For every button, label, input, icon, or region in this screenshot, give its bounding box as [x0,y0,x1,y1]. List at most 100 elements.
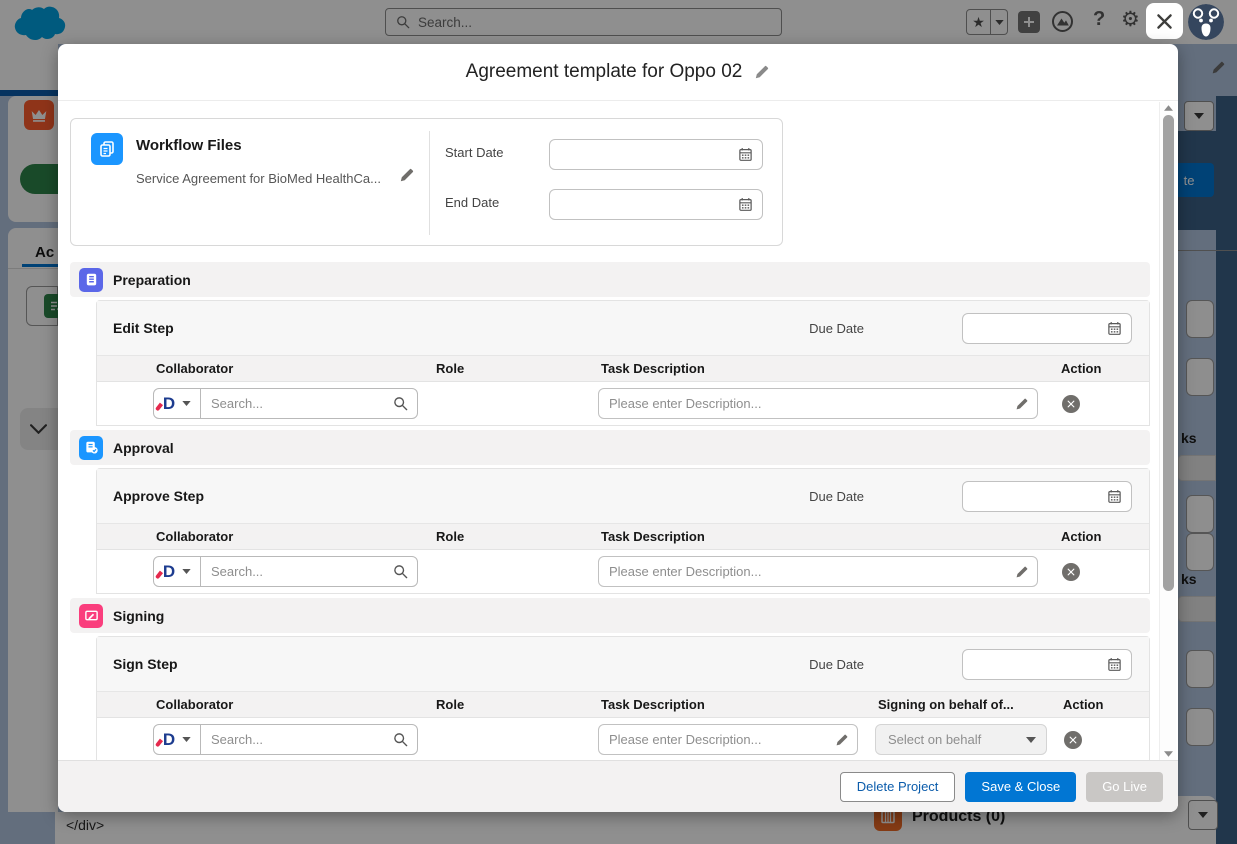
section-approval: Approval [70,430,1150,465]
section-name: Signing [113,608,164,624]
col-collaborator: Collaborator [153,697,433,712]
col-collaborator: Collaborator [153,529,433,544]
workflow-file-name: Service Agreement for BioMed HealthCa... [136,171,381,186]
step-table-header: Collaborator Role Task Description Signi… [97,692,1149,718]
due-date-label: Due Date [809,657,864,672]
scroll-down-arrow[interactable] [1164,751,1173,757]
scrollbar-thumb[interactable] [1163,115,1174,591]
task-description-input[interactable] [599,564,1015,579]
user-avatar[interactable] [1188,4,1224,40]
sign-step-block: Sign Step Due Date Collaborator Role Tas… [96,636,1150,760]
docusign-icon: D [163,395,175,412]
due-date-label: Due Date [809,489,864,504]
collaborator-search-input[interactable] [211,732,387,747]
collaborator-search-input[interactable] [211,564,387,579]
modal-footer: Delete Project Save & Close Go Live [58,760,1178,812]
edit-step-block: Edit Step Due Date Collaborator Role Tas… [96,300,1150,426]
modal-header: Agreement template for Oppo 02 [58,44,1178,101]
remove-row-icon[interactable] [1062,395,1080,413]
task-description-field [598,556,1038,587]
edit-description-pencil-icon[interactable] [835,733,849,747]
screen: ★ ? ⚙ Ac [0,0,1237,844]
on-behalf-placeholder: Select on behalf [888,732,1026,747]
chevron-down-icon [1026,737,1036,743]
collaborator-row: D [97,382,1149,425]
col-action: Action [1058,529,1149,544]
agreement-template-modal: Agreement template for Oppo 02 Wor [58,44,1178,812]
col-action: Action [1060,697,1149,712]
search-icon[interactable] [393,564,408,579]
collaborator-row: D [97,718,1149,760]
due-date-input[interactable] [963,482,1107,511]
section-name: Approval [113,440,174,456]
section-signing: Signing [70,598,1150,633]
col-signing-on-behalf: Signing on behalf of... [875,697,1060,712]
step-title: Approve Step [113,488,204,504]
calendar-icon[interactable] [1107,489,1122,504]
task-description-input[interactable] [599,732,835,747]
go-live-button[interactable]: Go Live [1086,772,1163,802]
signing-pen-icon [79,604,103,628]
col-action: Action [1058,361,1149,376]
col-role: Role [433,529,598,544]
end-date-input[interactable] [550,190,738,219]
signing-on-behalf-select[interactable]: Select on behalf [875,724,1047,755]
step-title: Sign Step [113,656,178,672]
start-date-label: Start Date [445,145,504,160]
collaborator-picker: D [153,724,418,755]
step-header: Approve Step Due Date [97,469,1149,524]
col-role: Role [433,697,598,712]
collaborator-picker: D [153,556,418,587]
step-header: Sign Step Due Date [97,637,1149,692]
end-date-field [549,189,763,220]
preparation-document-icon [79,268,103,292]
collaborator-row: D [97,550,1149,593]
modal-body: Workflow Files Service Agreement for Bio… [58,102,1156,760]
section-name: Preparation [113,272,191,288]
workflow-files-title: Workflow Files [136,137,242,154]
step-title: Edit Step [113,320,174,336]
card-divider [429,131,430,235]
workflow-files-icon [91,133,123,165]
workflow-files-card: Workflow Files Service Agreement for Bio… [70,118,783,246]
col-task-description: Task Description [598,361,1058,376]
approve-step-block: Approve Step Due Date Collaborator Role … [96,468,1150,594]
end-date-label: End Date [445,195,499,210]
section-preparation: Preparation [70,262,1150,297]
calendar-icon[interactable] [1107,321,1122,336]
task-description-input[interactable] [599,396,1015,411]
due-date-field [962,313,1132,344]
edit-description-pencil-icon[interactable] [1015,397,1029,411]
step-table-header: Collaborator Role Task Description Actio… [97,524,1149,550]
provider-dropdown[interactable]: D [154,389,201,418]
start-date-field [549,139,763,170]
calendar-icon[interactable] [738,147,753,162]
modal-title: Agreement template for Oppo 02 [466,61,743,83]
save-and-close-button[interactable]: Save & Close [965,772,1076,802]
calendar-icon[interactable] [738,197,753,212]
approval-document-check-icon [79,436,103,460]
provider-dropdown[interactable]: D [154,725,201,754]
search-icon[interactable] [393,732,408,747]
due-date-input[interactable] [963,314,1107,343]
docusign-icon: D [163,731,175,748]
task-description-field [598,724,858,755]
provider-dropdown[interactable]: D [154,557,201,586]
delete-project-button[interactable]: Delete Project [840,772,956,802]
col-task-description: Task Description [598,529,1058,544]
start-date-input[interactable] [550,140,738,169]
remove-row-icon[interactable] [1064,731,1082,749]
due-date-label: Due Date [809,321,864,336]
due-date-input[interactable] [963,650,1107,679]
remove-row-icon[interactable] [1062,563,1080,581]
calendar-icon[interactable] [1107,657,1122,672]
search-icon[interactable] [393,396,408,411]
edit-description-pencil-icon[interactable] [1015,565,1029,579]
edit-title-pencil-icon[interactable] [754,64,770,80]
edit-file-pencil-icon[interactable] [399,167,415,183]
col-role: Role [433,361,598,376]
close-icon[interactable] [1146,3,1183,39]
collaborator-search-input[interactable] [211,396,387,411]
modal-scrollbar[interactable] [1159,102,1176,760]
scroll-up-arrow[interactable] [1164,105,1173,111]
